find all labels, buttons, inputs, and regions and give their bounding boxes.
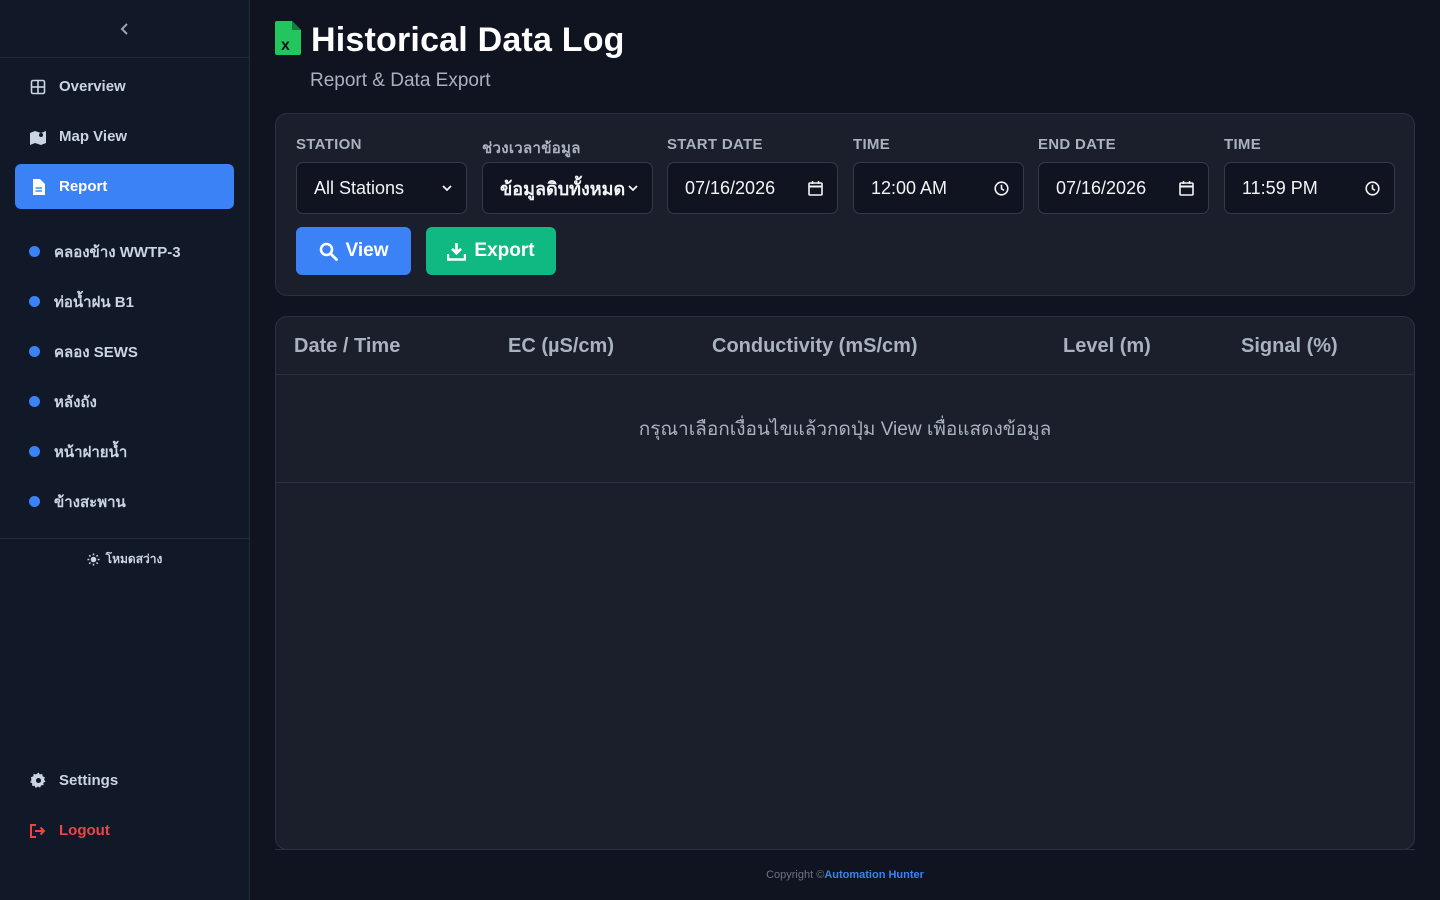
export-button-label: Export xyxy=(474,240,535,261)
period-label: ช่วงเวลาข้อมูล xyxy=(482,140,581,157)
page-title: Historical Data Log xyxy=(311,20,625,59)
station-item[interactable]: ท่อน้ำฝน B1 xyxy=(15,279,234,324)
period-field: ช่วงเวลาข้อมูล ข้อมูลดิบทั้งหมด xyxy=(482,136,653,214)
end-date-label: END DATE xyxy=(1038,136,1116,153)
sidebar: Overview Map View Report คลองข้าง WWTP-3… xyxy=(0,0,250,900)
copyright-text: Copyright © xyxy=(766,869,825,881)
export-button[interactable]: Export xyxy=(426,227,556,275)
start-date-field: START DATE 07/16/2026 xyxy=(667,136,838,214)
empty-state-message: กรุณาเลือกเงื่อนไขแล้วกดปุ่ม View เพื่อแ… xyxy=(276,375,1414,483)
nav-item-label: Report xyxy=(59,178,108,195)
nav-item-report[interactable]: Report xyxy=(15,164,234,209)
main-content: x Historical Data Log Report & Data Expo… xyxy=(275,0,1415,900)
theme-toggle[interactable]: โหมดสว่าง xyxy=(0,539,249,579)
station-label: STATION xyxy=(296,136,362,153)
page-subtitle: Report & Data Export xyxy=(310,70,491,91)
table-header: Date / Time EC (µS/cm) Conductivity (mS/… xyxy=(276,317,1414,375)
end-time-label: TIME xyxy=(1224,136,1262,153)
start-time-input[interactable]: 12:00 AM xyxy=(853,162,1024,214)
station-label: คลอง SEWS xyxy=(54,343,138,361)
column-header-level[interactable]: Level (m) xyxy=(1063,317,1151,375)
footer: Copyright © Automation Hunter xyxy=(275,849,1415,900)
station-select-value: All Stations xyxy=(314,177,405,198)
start-date-label: START DATE xyxy=(667,136,763,153)
end-time-value: 11:59 PM xyxy=(1242,177,1318,198)
station-label: ข้างสะพาน xyxy=(54,493,126,511)
column-header-conductivity[interactable]: Conductivity (mS/cm) xyxy=(712,317,918,375)
station-item[interactable]: ข้างสะพาน xyxy=(15,479,234,524)
station-label: คลองข้าง WWTP-3 xyxy=(54,243,181,261)
station-list: คลองข้าง WWTP-3 ท่อน้ำฝน B1 คลอง SEWS หล… xyxy=(0,214,249,539)
start-date-input[interactable]: 07/16/2026 xyxy=(667,162,838,214)
logout-label: Logout xyxy=(59,822,110,839)
nav-item-settings[interactable]: Settings xyxy=(15,758,234,803)
brand-link[interactable]: Automation Hunter xyxy=(824,869,924,881)
status-dot xyxy=(29,296,40,307)
grid-icon xyxy=(29,78,47,96)
filter-panel: STATION All Stations ช่วงเวลาข้อมูล ข้อม… xyxy=(275,113,1415,296)
file-icon xyxy=(29,178,47,196)
status-dot xyxy=(29,496,40,507)
map-icon xyxy=(29,128,47,146)
start-time-label: TIME xyxy=(853,136,891,153)
download-icon xyxy=(447,242,467,261)
station-item[interactable]: หลังถัง xyxy=(15,379,234,424)
nav-item-label: Map View xyxy=(59,128,128,145)
calendar-icon xyxy=(808,180,823,196)
clock-icon xyxy=(1365,180,1380,196)
status-dot xyxy=(29,446,40,457)
column-header-ec[interactable]: EC (µS/cm) xyxy=(508,317,614,375)
column-header-signal[interactable]: Signal (%) xyxy=(1241,317,1338,375)
nav-item-map-view[interactable]: Map View xyxy=(15,114,234,159)
start-time-value: 12:00 AM xyxy=(871,177,948,198)
start-time-field: TIME 12:00 AM xyxy=(853,136,1024,214)
search-icon xyxy=(319,242,338,261)
svg-text:x: x xyxy=(281,37,290,54)
period-select-value: ข้อมูลดิบทั้งหมด xyxy=(500,178,626,199)
status-dot xyxy=(29,346,40,357)
collapse-sidebar-button[interactable] xyxy=(0,0,249,58)
end-date-value: 07/16/2026 xyxy=(1056,177,1147,198)
data-table: Date / Time EC (µS/cm) Conductivity (mS/… xyxy=(275,316,1415,850)
excel-file-icon: x xyxy=(275,20,301,60)
sidebar-bottom: Settings Logout xyxy=(15,758,234,858)
chevron-down-icon xyxy=(628,185,638,192)
station-item[interactable]: คลอง SEWS xyxy=(15,329,234,374)
end-time-field: TIME 11:59 PM xyxy=(1224,136,1395,214)
column-header-datetime[interactable]: Date / Time xyxy=(294,317,400,375)
station-item[interactable]: คลองข้าง WWTP-3 xyxy=(15,229,234,274)
nav-item-label: Settings xyxy=(59,772,119,789)
station-label: หน้าฝายน้ำ xyxy=(54,443,128,461)
end-date-input[interactable]: 07/16/2026 xyxy=(1038,162,1209,214)
gear-icon xyxy=(29,772,47,790)
nav-item-overview[interactable]: Overview xyxy=(15,64,234,109)
station-select[interactable]: All Stations xyxy=(296,162,467,214)
logout-icon xyxy=(29,822,47,840)
period-select[interactable]: ข้อมูลดิบทั้งหมด xyxy=(482,162,653,214)
station-label: ท่อน้ำฝน B1 xyxy=(54,293,134,311)
station-label: หลังถัง xyxy=(54,393,97,411)
status-dot xyxy=(29,246,40,257)
status-dot xyxy=(29,396,40,407)
view-button[interactable]: View xyxy=(296,227,411,275)
station-field: STATION All Stations xyxy=(296,136,467,214)
chevron-left-icon xyxy=(120,22,128,35)
view-button-label: View xyxy=(345,240,389,261)
start-date-value: 07/16/2026 xyxy=(685,177,776,198)
logout-button[interactable]: Logout xyxy=(15,808,234,853)
page-header: x Historical Data Log Report & Data Expo… xyxy=(275,20,625,92)
main-nav: Overview Map View Report xyxy=(0,58,249,209)
end-date-field: END DATE 07/16/2026 xyxy=(1038,136,1209,214)
nav-item-label: Overview xyxy=(59,78,126,95)
end-time-input[interactable]: 11:59 PM xyxy=(1224,162,1395,214)
chevron-down-icon xyxy=(442,185,452,192)
clock-icon xyxy=(994,180,1009,196)
station-item[interactable]: หน้าฝายน้ำ xyxy=(15,429,234,474)
sun-icon xyxy=(87,552,100,566)
calendar-icon xyxy=(1179,180,1194,196)
theme-toggle-label: โหมดสว่าง xyxy=(105,551,163,566)
